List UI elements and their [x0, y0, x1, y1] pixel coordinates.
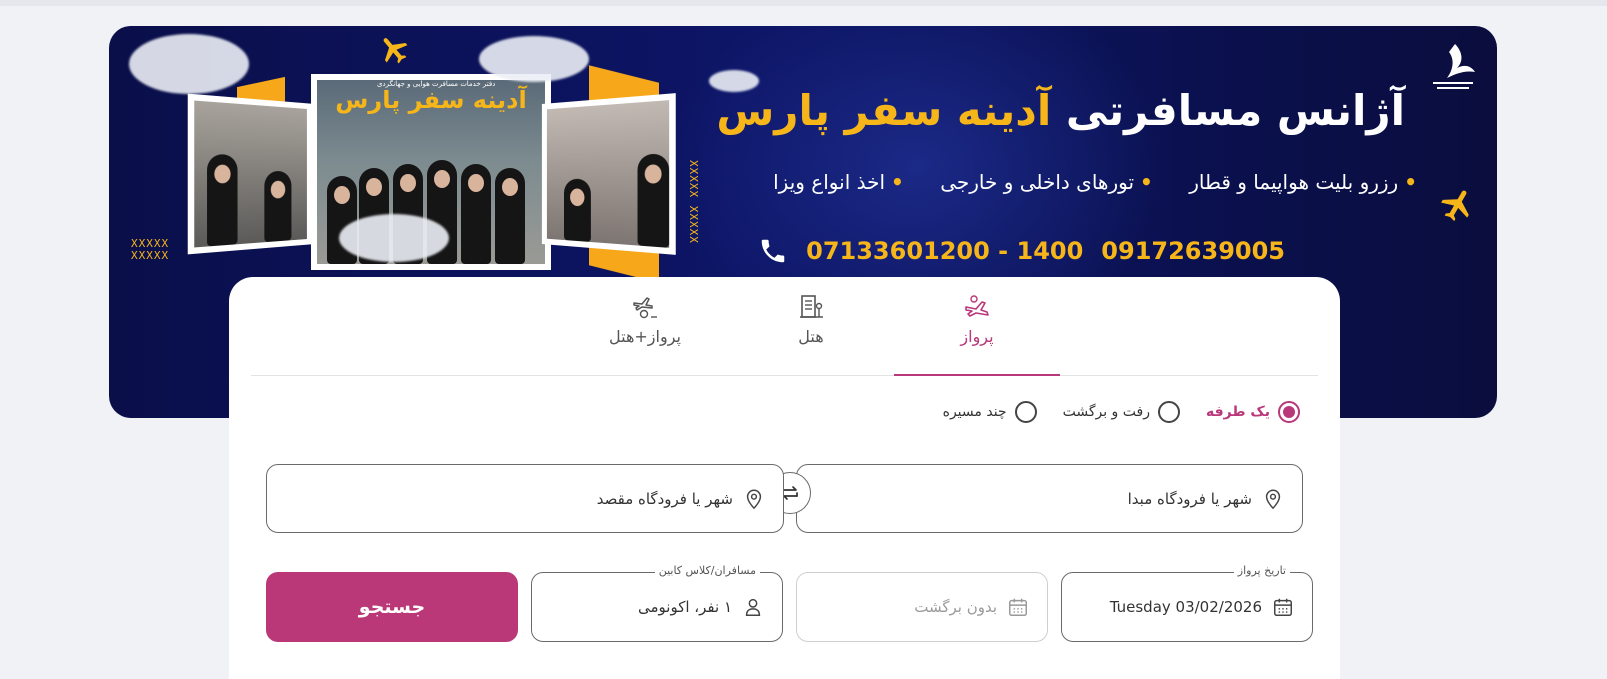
cloud-decoration [709, 70, 759, 92]
trip-option-oneway[interactable]: یک طرفه [1206, 401, 1300, 423]
origin-placeholder: شهر یا فرودگاه مبدا [1128, 490, 1252, 508]
radio-button[interactable] [1015, 401, 1037, 423]
service-item: •اخذ انواع ویزا [773, 170, 904, 194]
return-date-value: بدون برگشت [914, 598, 997, 616]
flight-icon [962, 291, 992, 321]
trip-option-label: چند مسیره [943, 404, 1007, 420]
tab-flight[interactable]: پرواز [894, 277, 1060, 376]
field-label: تاریخ پرواز [1234, 564, 1290, 577]
office-sign: آدینه سفر پارس [323, 86, 539, 126]
hotel-icon [796, 291, 826, 321]
photo-collage: آدینه سفر پارس دفتر خدمات مسافرت هوایی و… [189, 54, 709, 264]
field-label: مسافران/کلاس کابین [655, 564, 760, 577]
office-sign-sub: دفتر خدمات مسافرت هوایی و جهانگردی [377, 80, 495, 88]
flight-hotel-icon [630, 291, 660, 321]
destination-field[interactable]: شهر یا فرودگاه مقصد [266, 464, 784, 533]
radio-button[interactable] [1278, 401, 1300, 423]
banner-services: •رزرو بلیت هواپیما و قطار •تورهای داخلی … [743, 170, 1417, 194]
phone-landline[interactable]: 07133601200 - 1400 [806, 237, 1083, 265]
airplane-icon [1439, 186, 1477, 224]
tab-label: هتل [728, 327, 894, 346]
decorative-pattern: XXXXX XXXXX [131, 238, 169, 262]
search-tabs: پرواز هتل پرواز+هتل [251, 277, 1318, 376]
banner-title: آژانس مسافرتی آدینه سفر پارس [716, 86, 1405, 135]
tab-label: پرواز+هتل [562, 327, 728, 346]
banner-phones: 07133601200 - 1400 09172639005 [758, 236, 1285, 266]
trip-option-multicity[interactable]: چند مسیره [943, 401, 1037, 423]
origin-field[interactable]: شهر یا فرودگاه مبدا [796, 464, 1303, 533]
user-icon [742, 596, 764, 618]
cloud-decoration [339, 214, 449, 262]
departure-date-field[interactable]: تاریخ پرواز Tuesday 03/02/2026 [1061, 572, 1313, 642]
calendar-icon [1007, 596, 1029, 618]
radio-button[interactable] [1158, 401, 1180, 423]
top-strip [0, 0, 1607, 6]
office-photo-right [542, 93, 676, 255]
cloud-decoration [479, 36, 589, 82]
cloud-decoration [129, 34, 249, 94]
location-pin-icon [743, 488, 765, 510]
service-item: •تورهای داخلی و خارجی [940, 170, 1153, 194]
destination-placeholder: شهر یا فرودگاه مقصد [597, 490, 733, 508]
search-card: پرواز هتل پرواز+هتل یک طرفه رفت و برگشت … [229, 277, 1340, 679]
trip-option-label: یک طرفه [1206, 404, 1270, 420]
trip-option-roundtrip[interactable]: رفت و برگشت [1063, 401, 1180, 423]
tab-label: پرواز [894, 327, 1060, 346]
banner-title-brand: آدینه سفر پارس [716, 86, 1051, 135]
tab-flight-hotel[interactable]: پرواز+هتل [562, 277, 728, 376]
banner-title-main: آژانس مسافرتی [1066, 86, 1405, 135]
office-photo-left [188, 94, 312, 255]
agency-logo-icon [1425, 38, 1481, 94]
passengers-field[interactable]: مسافران/کلاس کابین ۱ نفر، اکونومی [531, 572, 783, 642]
passengers-value: ۱ نفر، اکونومی [638, 598, 732, 616]
search-button[interactable]: جستجو [266, 572, 518, 642]
location-pin-icon [1262, 488, 1284, 510]
trip-option-label: رفت و برگشت [1063, 404, 1150, 420]
trip-type-group: یک طرفه رفت و برگشت چند مسیره [943, 401, 1300, 423]
tab-hotel[interactable]: هتل [728, 277, 894, 376]
departure-date-value: Tuesday 03/02/2026 [1110, 598, 1262, 616]
calendar-icon [1272, 596, 1294, 618]
phone-icon [758, 236, 788, 266]
phone-mobile[interactable]: 09172639005 [1101, 237, 1285, 265]
service-item: •رزرو بلیت هواپیما و قطار [1189, 170, 1417, 194]
return-date-field[interactable]: بدون برگشت [796, 572, 1048, 642]
